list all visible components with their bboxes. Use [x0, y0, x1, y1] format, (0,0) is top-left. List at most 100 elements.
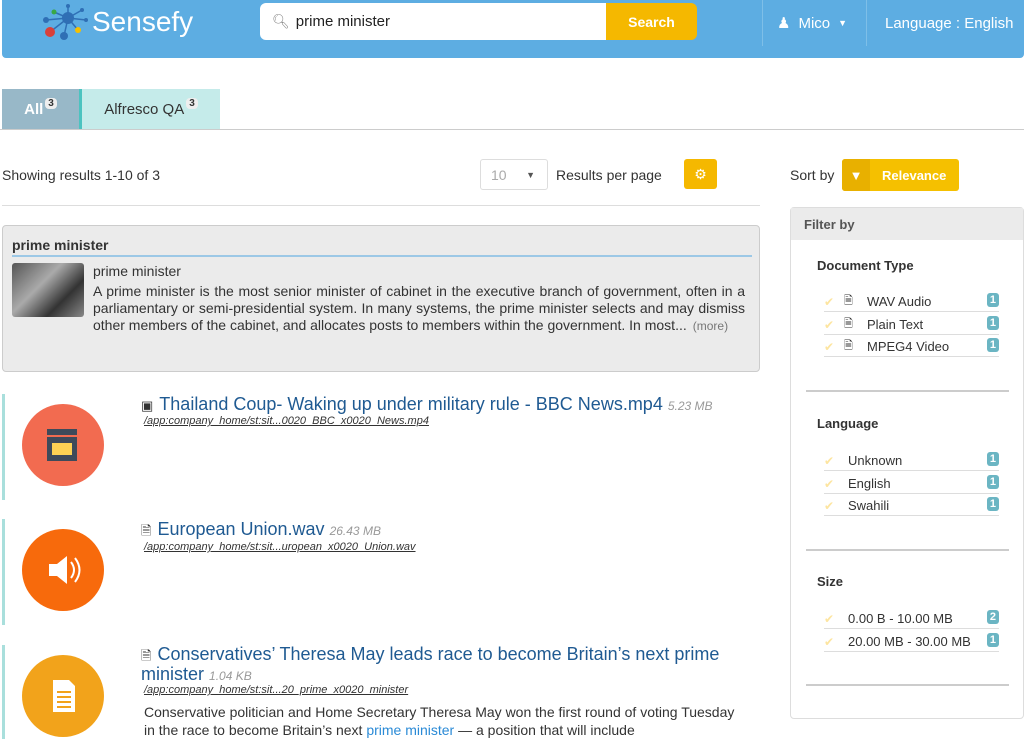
file-icon: 🗎︎ — [844, 295, 853, 307]
search-input[interactable] — [293, 12, 594, 31]
filter-label: Swahili — [848, 498, 890, 513]
tab-all[interactable]: All 3 — [2, 89, 82, 129]
brand-name: Sensefy — [92, 6, 194, 37]
result-title[interactable]: 🗎︎ Conservatives’ Theresa May leads race … — [141, 645, 741, 686]
definition-text: A prime minister is the most senior mini… — [93, 283, 745, 333]
definition-card: prime minister prime minister A prime mi… — [2, 225, 760, 372]
definition-heading: prime minister — [93, 263, 181, 279]
file-icon: 🗎︎ — [844, 318, 853, 330]
file-icon: 🗎︎ — [141, 523, 152, 538]
logo[interactable]: Sensefy — [40, 4, 193, 40]
document-icon — [22, 655, 104, 737]
result-size: 26.43 MB — [329, 524, 381, 538]
per-page-value: 10 — [491, 166, 507, 183]
video-file-icon: ▣ — [141, 398, 154, 413]
sort-relevance-button[interactable]: ▼ Relevance — [842, 159, 959, 191]
filter-label: WAV Audio — [867, 294, 932, 309]
divider — [806, 684, 1009, 686]
sensefy-logo-icon — [43, 4, 88, 40]
check-icon[interactable]: ✔ — [824, 635, 844, 649]
count-badge: 2 — [986, 610, 999, 624]
result-item: 🗎︎ European Union.wav 26.43 MB /app:compa… — [2, 519, 760, 625]
check-icon[interactable]: ✔ — [824, 318, 844, 332]
result-snippet: Conservative politician and Home Secreta… — [144, 703, 744, 739]
filter-section-size: Size — [817, 574, 844, 589]
check-icon[interactable]: ✔ — [824, 477, 844, 491]
top-header: Sensefy 🔍︎ Search ♟ Mico ▼ Language : En… — [2, 0, 1024, 58]
definition-image — [12, 263, 84, 317]
filter-section-language: Language — [817, 416, 879, 431]
filter-item-size-20-30mb[interactable]: ✔ 20.00 MB - 30.00 MB 1 — [824, 632, 999, 652]
divider — [0, 129, 1024, 130]
divider — [2, 205, 760, 206]
tab-count: 3 — [45, 97, 57, 109]
filter-item-english[interactable]: ✔ English 1 — [824, 474, 999, 494]
result-path[interactable]: /app:company_home/st:sit...0020_BBC_x002… — [144, 415, 429, 427]
file-icon: 🗎︎ — [844, 340, 853, 352]
filter-label: 0.00 B - 10.00 MB — [848, 611, 953, 626]
check-icon[interactable]: ✔ — [824, 340, 844, 354]
result-item: ▣ Thailand Coup- Waking up under military… — [2, 394, 760, 500]
filter-label: English — [848, 476, 891, 491]
result-title[interactable]: 🗎︎ European Union.wav 26.43 MB — [141, 520, 741, 541]
check-icon[interactable]: ✔ — [824, 499, 844, 513]
file-icon: 🗎︎ — [141, 648, 152, 663]
more-link[interactable]: (more) — [693, 319, 728, 333]
snippet-text: — a position that will include — [454, 722, 635, 738]
filter-item-unknown[interactable]: ✔ Unknown 1 — [824, 451, 999, 471]
user-menu[interactable]: ♟ Mico ▼ — [762, 0, 864, 46]
tab-count: 3 — [186, 97, 198, 109]
results-summary: Showing results 1-10 of 3 — [2, 167, 160, 183]
count-badge: 1 — [986, 475, 999, 489]
filter-item-plain-text[interactable]: ✔ 🗎︎ Plain Text 1 — [824, 315, 999, 335]
search-icon: 🔍︎ — [272, 13, 290, 29]
filter-icon: ▼ — [842, 159, 870, 191]
filter-label: Plain Text — [867, 317, 924, 332]
filter-item-mpeg4-video[interactable]: ✔ 🗎︎ MPEG4 Video 1 — [824, 337, 999, 357]
filter-label: Unknown — [848, 453, 903, 468]
language-selector[interactable]: Language : English — [866, 0, 1024, 46]
count-badge: 1 — [986, 316, 999, 330]
gears-icon: ⚙ — [694, 165, 707, 182]
result-size: 5.23 MB — [667, 399, 713, 413]
caret-down-icon: ▼ — [838, 18, 848, 28]
search-box: 🔍︎ — [260, 3, 606, 40]
divider — [806, 549, 1009, 551]
filter-item-swahili[interactable]: ✔ Swahili 1 — [824, 496, 999, 516]
user-name: Mico — [798, 14, 831, 32]
user-icon: ♟ — [777, 15, 791, 32]
settings-button[interactable]: ⚙ — [684, 159, 717, 189]
results-per-page-label: Results per page — [556, 167, 662, 183]
count-badge: 1 — [986, 338, 999, 352]
check-icon[interactable]: ✔ — [824, 454, 844, 468]
search-button[interactable]: Search — [606, 3, 697, 40]
filter-item-size-0-10mb[interactable]: ✔ 0.00 B - 10.00 MB 2 — [824, 609, 999, 629]
result-path[interactable]: /app:company_home/st:sit...uropean_x0020… — [144, 541, 416, 553]
filter-item-wav-audio[interactable]: ✔ 🗎︎ WAV Audio 1 — [824, 292, 999, 312]
count-badge: 1 — [986, 633, 999, 647]
result-title-text: Thailand Coup- Waking up under military … — [159, 394, 663, 414]
divider — [806, 390, 1009, 392]
sort-by-label: Sort by — [790, 167, 835, 183]
source-tabs: All 3 Alfresco QA 3 — [2, 89, 220, 129]
definition-body: A prime minister is the most senior mini… — [93, 283, 745, 335]
filter-panel: Filter by Document Type ✔ 🗎︎ WAV Audio 1 ✔ 🗎… — [790, 207, 1024, 719]
check-icon[interactable]: ✔ — [824, 612, 844, 626]
snippet-highlight: prime minister — [366, 722, 455, 738]
video-clapper-icon — [22, 404, 104, 486]
filter-section-document-type: Document Type — [817, 258, 914, 273]
tab-alfresco-qa[interactable]: Alfresco QA 3 — [82, 89, 220, 129]
per-page-select[interactable]: 10 ▼ — [480, 159, 548, 190]
check-icon[interactable]: ✔ — [824, 295, 844, 309]
tab-label: Alfresco QA — [104, 100, 185, 118]
result-title-text: European Union.wav — [157, 519, 325, 539]
result-size: 1.04 KB — [209, 669, 252, 683]
caret-down-icon: ▼ — [526, 169, 535, 180]
definition-title: prime minister — [12, 237, 752, 257]
result-title[interactable]: ▣ Thailand Coup- Waking up under military… — [141, 395, 741, 416]
sort-value: Relevance — [882, 167, 947, 183]
filter-label: 20.00 MB - 30.00 MB — [848, 634, 971, 649]
result-item: 🗎︎ Conservatives’ Theresa May leads race … — [2, 645, 760, 739]
filter-title: Filter by — [791, 208, 1023, 240]
result-path[interactable]: /app:company_home/st:sit...20_prime_x002… — [144, 684, 408, 696]
